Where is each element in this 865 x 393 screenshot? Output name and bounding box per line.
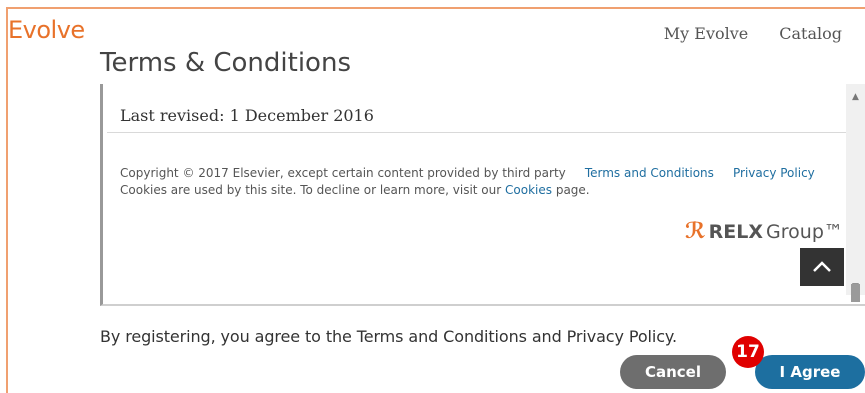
scroll-up-arrow-icon[interactable]: ▲: [846, 88, 865, 105]
last-revised-date: 1 December 2016: [229, 106, 374, 125]
copyright-block: Copyright © 2017 Elsevier, except certai…: [120, 165, 820, 199]
scroll-thumb[interactable]: [851, 284, 860, 302]
terms-scrollbar[interactable]: ▲ ▼: [846, 84, 865, 302]
terms-panel[interactable]: Last revised: 1 December 2016 Copyright …: [100, 84, 865, 306]
chevron-up-icon: [813, 261, 831, 272]
evolve-logo[interactable]: Evolve: [8, 16, 85, 44]
cancel-button[interactable]: Cancel: [620, 355, 726, 389]
last-revised: Last revised: 1 December 2016: [120, 106, 374, 125]
copyright-text: Copyright © 2017 Elsevier, except certai…: [120, 166, 566, 180]
cookies-link[interactable]: Cookies: [505, 183, 552, 197]
nav-catalog[interactable]: Catalog: [779, 24, 842, 43]
cookies-suffix: page.: [555, 183, 590, 197]
cookies-text: Cookies are used by this site. To declin…: [120, 183, 502, 197]
terms-link[interactable]: Terms and Conditions: [585, 166, 714, 180]
back-to-top-button[interactable]: [800, 248, 844, 286]
last-revised-label: Last revised:: [120, 106, 225, 125]
nav-my-evolve[interactable]: My Evolve: [664, 24, 748, 43]
divider: [107, 132, 847, 133]
relx-mark-icon: ℛ: [685, 219, 706, 244]
page-title: Terms & Conditions: [100, 48, 351, 78]
agreement-text: By registering, you agree to the Terms a…: [100, 327, 677, 346]
i-agree-button[interactable]: I Agree: [755, 355, 865, 389]
top-nav: My Evolve Catalog: [664, 24, 842, 43]
relx-logo-rest: Group™: [766, 220, 843, 243]
privacy-policy-link[interactable]: Privacy Policy: [733, 166, 815, 180]
relx-logo-bold: RELX: [708, 220, 764, 243]
step-badge: 17: [732, 336, 764, 368]
relx-group-logo: ℛ RELX Group™: [685, 219, 843, 244]
